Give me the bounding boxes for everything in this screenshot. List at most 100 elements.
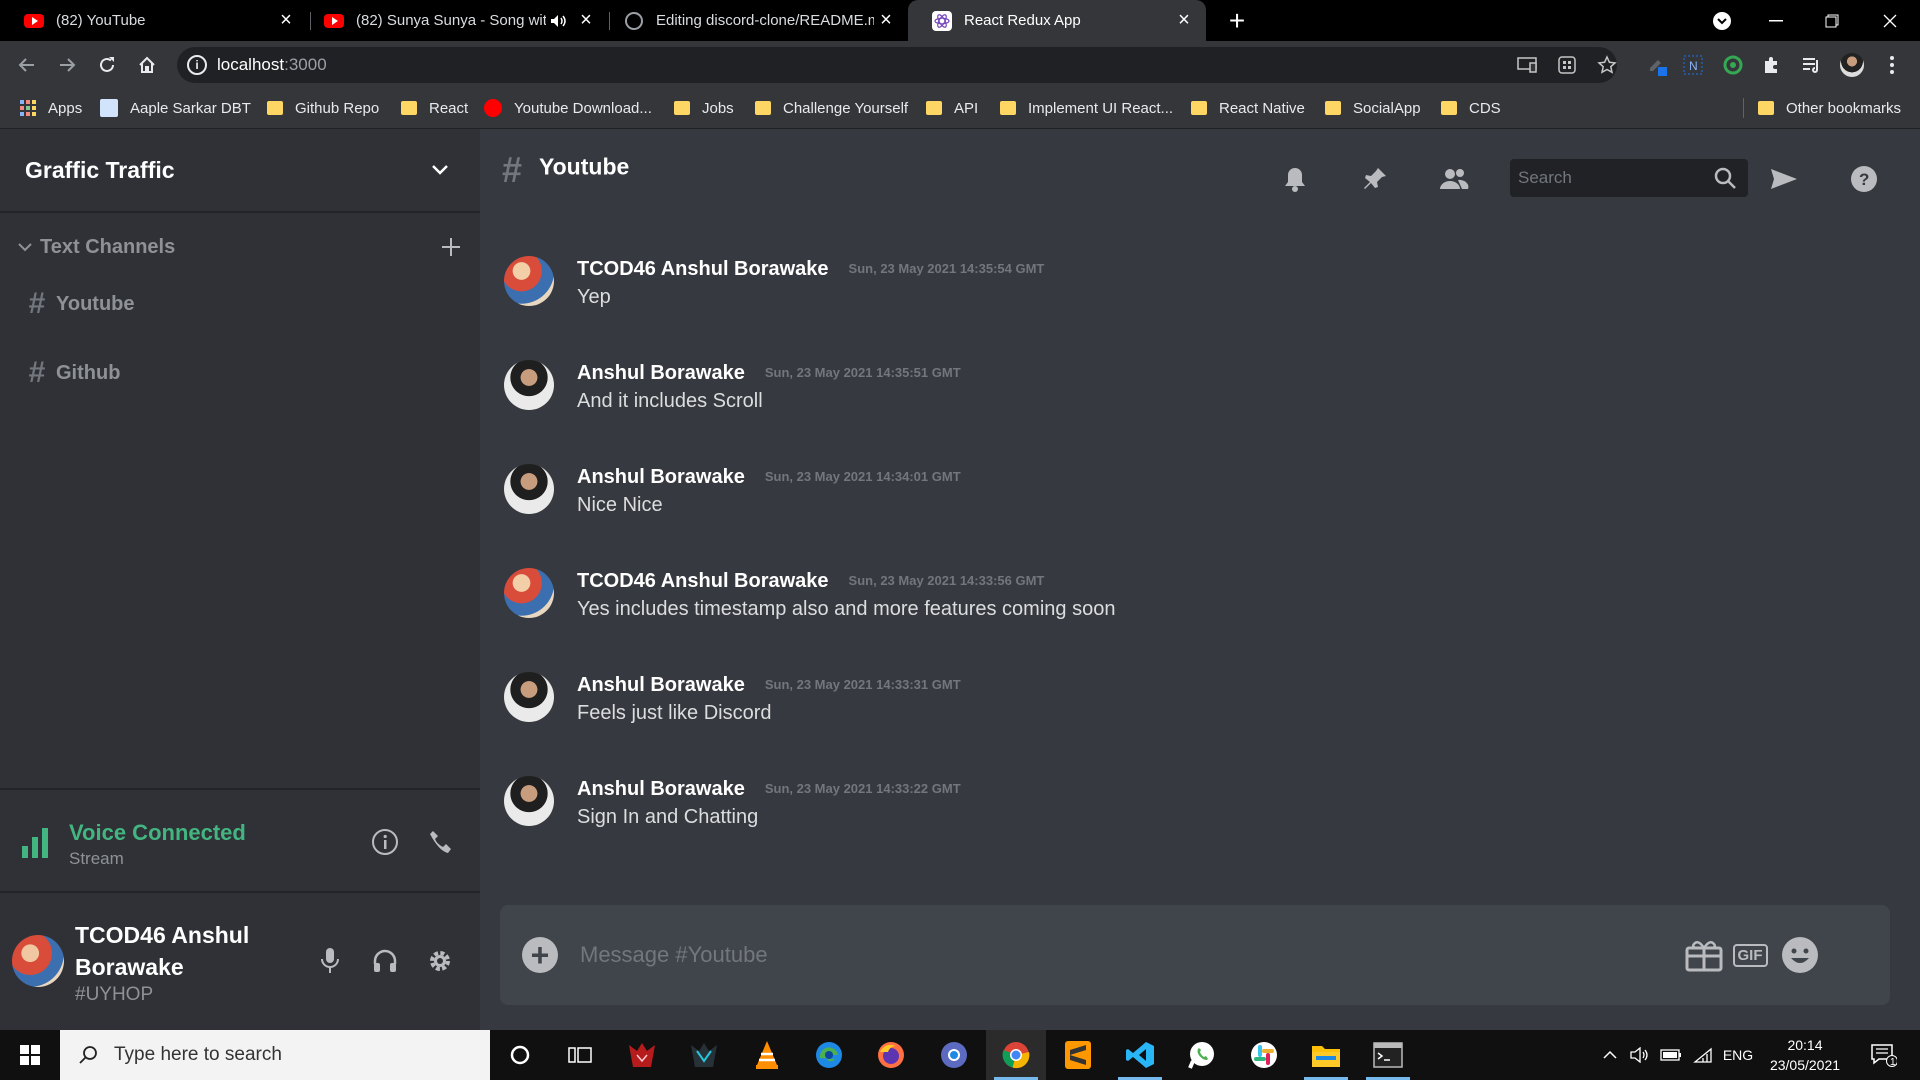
home-icon[interactable] [132,50,162,80]
bookmark-cds[interactable]: CDS [1441,96,1501,120]
phone-icon[interactable] [425,827,455,857]
cast-icon[interactable] [1512,50,1542,80]
whatsapp-icon[interactable] [1172,1030,1232,1080]
channel-github[interactable]: # Github [18,348,458,398]
tab-react-redux-app[interactable]: React Redux App × [908,0,1206,41]
text-channels-header[interactable]: Text Channels [18,230,466,264]
taskbar-search-input[interactable] [114,1044,474,1066]
avatar[interactable] [504,672,554,722]
bookmark-challenge-yourself[interactable]: Challenge Yourself [755,96,908,120]
avatar[interactable] [504,256,554,306]
gif-button[interactable]: GIF [1730,935,1770,975]
bookmark-socialapp[interactable]: SocialApp [1325,96,1421,120]
predator-sense-icon[interactable] [612,1030,672,1080]
language-indicator[interactable]: ENG [1720,1030,1756,1080]
back-icon[interactable] [12,50,42,80]
bookmark-react-native[interactable]: React Native [1191,96,1305,120]
avatar[interactable] [504,464,554,514]
info-icon[interactable] [370,827,400,857]
edge-icon[interactable] [799,1030,859,1080]
close-tab-icon[interactable]: × [574,9,598,33]
wifi-icon[interactable] [1690,1030,1716,1080]
add-channel-icon[interactable] [436,230,466,264]
notifications-icon[interactable]: 1 [1864,1030,1904,1080]
system-clock[interactable]: 20:14 23/05/2021 [1760,1035,1850,1075]
cortana-icon[interactable] [490,1030,550,1080]
terminal-icon[interactable] [1358,1030,1418,1080]
chevron-down-icon[interactable] [428,157,452,181]
pin-icon[interactable] [1358,162,1392,196]
bookmark-youtube-download[interactable]: Youtube Download... [484,96,652,120]
avatar[interactable] [504,568,554,618]
headphones-icon[interactable] [369,945,401,977]
vlc-icon[interactable] [737,1030,797,1080]
show-hidden-icons[interactable] [1598,1030,1622,1080]
notification-count: 1 [1890,1057,1896,1068]
profile-avatar[interactable] [1837,50,1867,80]
members-icon[interactable] [1437,162,1471,196]
media-controls-icon[interactable] [1797,50,1827,80]
battery-icon[interactable] [1658,1030,1684,1080]
extensions-puzzle-icon[interactable] [1757,50,1787,80]
close-tab-icon[interactable]: × [1172,9,1196,33]
taskbar-search[interactable] [60,1030,490,1080]
chrome-icon[interactable] [986,1030,1046,1080]
bookmark-implement-ui[interactable]: Implement UI React... [1000,96,1173,120]
site-info-icon[interactable]: i [187,55,207,75]
bookmark-star-icon[interactable] [1592,50,1622,80]
help-icon[interactable]: ? [1847,162,1881,196]
extension-pen-icon[interactable] [1642,50,1672,80]
address-bar[interactable]: i localhost:3000 [177,47,1617,83]
volume-icon[interactable] [1628,1030,1652,1080]
bookmark-react[interactable]: React [401,96,468,120]
avatar[interactable] [504,360,554,410]
search-input[interactable] [1518,159,1708,197]
vscode-icon[interactable] [1110,1030,1170,1080]
task-view-icon[interactable] [550,1030,610,1080]
bookmark-apps[interactable]: Apps [20,96,82,120]
restore-button[interactable] [1804,0,1860,41]
qr-code-icon[interactable] [1552,50,1582,80]
microphone-icon[interactable] [314,945,346,977]
bell-icon[interactable] [1278,162,1312,196]
search-bar[interactable] [1510,159,1748,197]
sublime-text-icon[interactable] [1048,1030,1108,1080]
tab-sunya-sunya[interactable]: (82) Sunya Sunya - Song with × [300,0,608,41]
bookmark-api[interactable]: API [926,96,978,120]
extension-n-icon[interactable]: N [1678,50,1708,80]
bookmark-other[interactable]: Other bookmarks [1758,96,1901,120]
add-attachment-button[interactable]: + [522,937,558,973]
channel-youtube[interactable]: # Youtube [18,279,458,329]
file-explorer-icon[interactable] [1296,1030,1356,1080]
extension-circle-icon[interactable] [1718,50,1748,80]
avatar[interactable] [12,935,64,987]
reload-icon[interactable] [92,50,122,80]
close-tab-icon[interactable]: × [274,9,298,33]
firefox-icon[interactable] [861,1030,921,1080]
forward-icon[interactable] [52,50,82,80]
windows-start-button[interactable] [0,1030,60,1080]
nitrosense-icon[interactable] [674,1030,734,1080]
tab-search-icon[interactable] [1694,0,1750,41]
bookmark-github-repo[interactable]: Github Repo [267,96,379,120]
close-window-button[interactable] [1862,0,1918,41]
avatar[interactable] [504,776,554,826]
minimize-button[interactable] [1748,0,1804,41]
bookmark-aaple-sarkar[interactable]: Aaple Sarkar DBT [100,96,251,120]
tab-github-editing[interactable]: Editing discord-clone/README.m × [600,0,908,41]
gift-icon[interactable] [1684,935,1724,975]
emoji-icon[interactable] [1780,935,1820,975]
settings-gear-icon[interactable] [424,945,456,977]
new-tab-button[interactable]: + [1222,5,1252,36]
chrome-profile-icon[interactable] [924,1030,984,1080]
message-input[interactable] [580,935,1580,975]
bookmark-jobs[interactable]: Jobs [674,96,734,120]
slack-icon[interactable] [1234,1030,1294,1080]
browser-menu-icon[interactable] [1877,50,1907,80]
send-icon[interactable] [1767,162,1801,196]
search-icon[interactable] [1712,165,1738,191]
server-header[interactable]: Graffic Traffic [0,129,480,213]
speaker-icon[interactable] [546,9,570,33]
tab-youtube[interactable]: (82) YouTube × [0,0,308,41]
close-tab-icon[interactable]: × [874,9,898,33]
